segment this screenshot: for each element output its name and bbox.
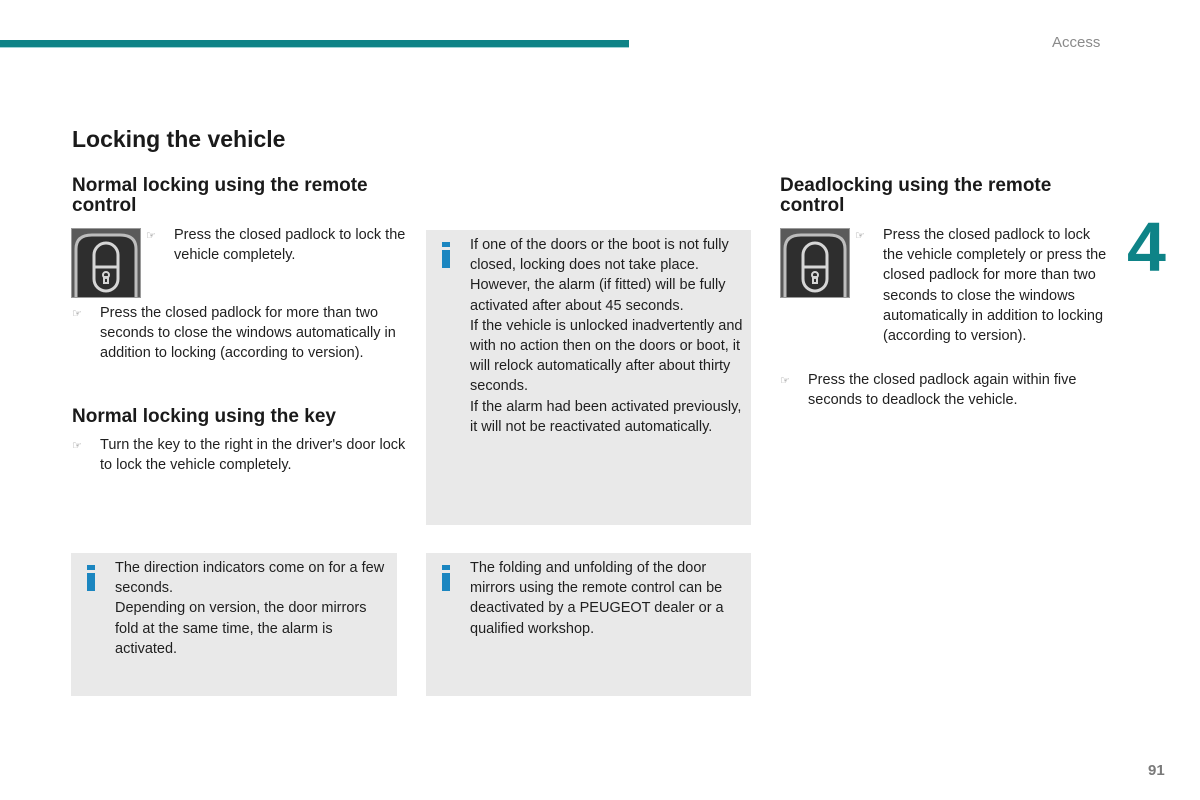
info-paragraph: Depending on version, the door mirrors f… — [115, 600, 367, 657]
info-icon — [442, 565, 450, 591]
bullet-item: ☞ Turn the key to the right in the drive… — [72, 435, 407, 475]
header-accent-bar — [0, 40, 629, 48]
bullet-text: Turn the key to the right in the driver'… — [100, 437, 406, 474]
info-box-mirrors: The folding and unfolding of the door mi… — [426, 553, 751, 696]
heading-deadlocking: Deadlocking using the remote control — [780, 175, 1052, 216]
pointing-hand-icon: ☞ — [146, 230, 156, 242]
pointing-hand-icon: ☞ — [72, 440, 82, 452]
info-paragraph: If one of the doors or the boot is not f… — [470, 237, 729, 274]
pointing-hand-icon: ☞ — [72, 308, 82, 320]
bullet-text: Press the closed padlock to lock the veh… — [174, 227, 406, 264]
section-label: Access — [1052, 34, 1101, 51]
heading-normal-remote: Normal locking using the remote control — [72, 175, 368, 216]
info-paragraph: However, the alarm (if fitted) will be f… — [470, 277, 726, 314]
bullet-item: ☞ Press the closed padlock to lock the v… — [146, 225, 406, 265]
bullet-item: ☞ Press the closed padlock again within … — [780, 370, 1110, 410]
info-paragraph: If the vehicle is unlocked inadvertently… — [470, 317, 743, 395]
bullet-text: Press the closed padlock to lock the veh… — [883, 227, 1107, 345]
bullet-text: Press the closed padlock for more than t… — [100, 305, 396, 362]
padlock-button-icon — [780, 228, 850, 298]
pointing-hand-icon: ☞ — [855, 230, 865, 242]
page-number: 91 — [1148, 762, 1165, 779]
info-icon — [87, 565, 95, 591]
bullet-item: ☞ Press the closed padlock to lock the v… — [855, 225, 1107, 346]
info-paragraph: The folding and unfolding of the door mi… — [470, 560, 724, 637]
info-box-locking: If one of the doors or the boot is not f… — [426, 230, 751, 525]
info-paragraph: If the alarm had been activated previous… — [470, 398, 742, 435]
info-box-indicators: The direction indicators come on for a f… — [71, 553, 397, 696]
bullet-item: ☞ Press the closed padlock for more than… — [72, 303, 407, 364]
padlock-button-icon — [71, 228, 141, 298]
pointing-hand-icon: ☞ — [780, 375, 790, 387]
page-title: Locking the vehicle — [72, 126, 286, 152]
bullet-text: Press the closed padlock again within fi… — [808, 372, 1077, 409]
heading-normal-key: Normal locking using the key — [72, 406, 336, 427]
info-icon — [442, 242, 450, 268]
chapter-number: 4 — [1127, 208, 1166, 286]
info-paragraph: The direction indicators come on for a f… — [115, 560, 385, 597]
